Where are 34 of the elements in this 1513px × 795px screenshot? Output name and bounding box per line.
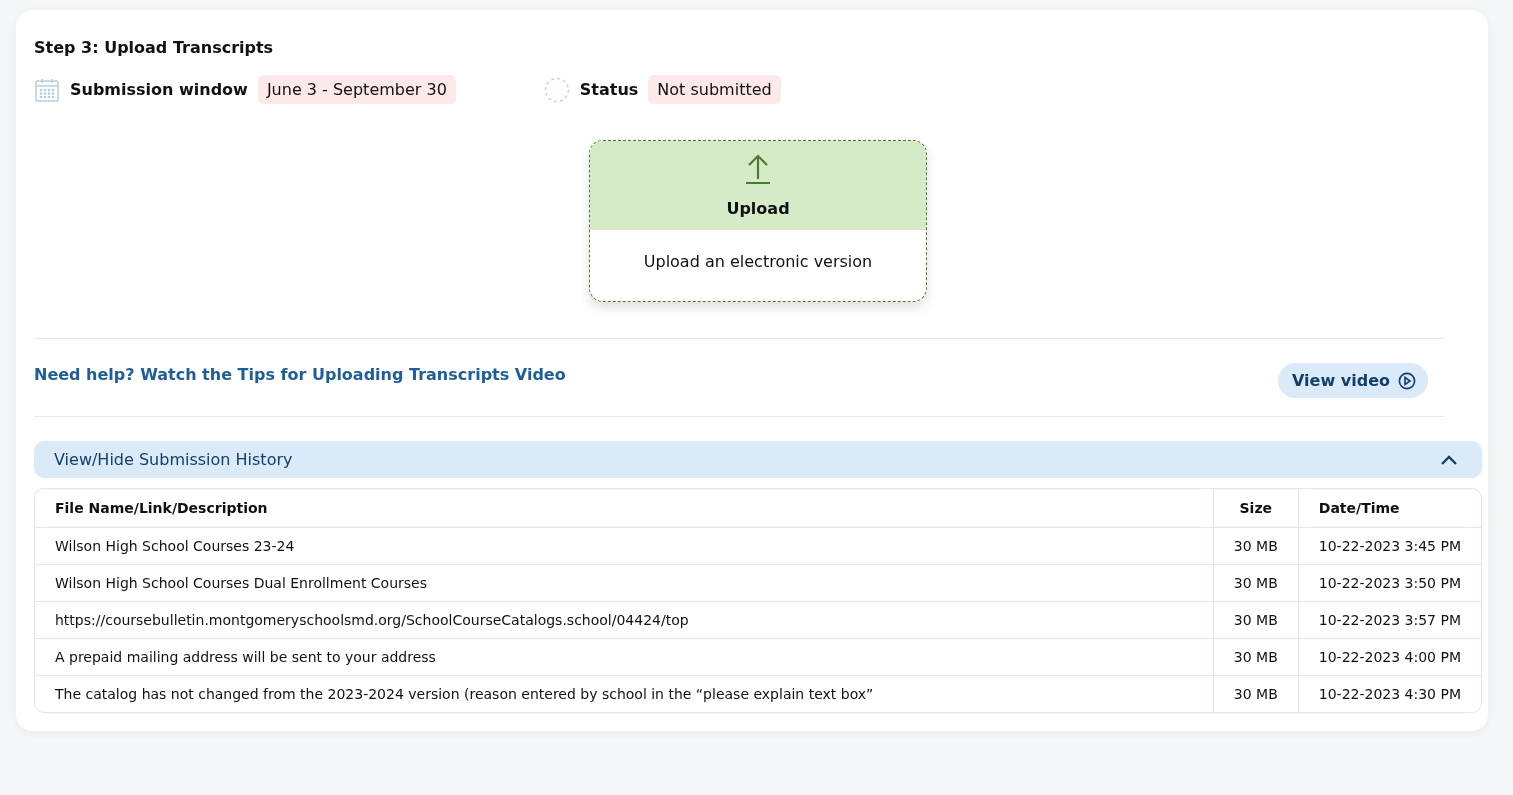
file-cell: The catalog has not changed from the 2023-2024 version (reason entered by school in the “please explain text box” — [35, 675, 1213, 712]
size-cell: 30 MB — [1212, 527, 1298, 564]
date-cell: 10-22-2023 4:00 PM — [1297, 638, 1481, 675]
size-cell: 30 MB — [1212, 638, 1298, 675]
submission-history-toggle[interactable]: View/Hide Submission History — [34, 441, 1482, 478]
date-cell: 10-22-2023 4:30 PM — [1297, 675, 1481, 712]
upload-description: Upload an electronic version — [642, 251, 874, 273]
file-cell: A prepaid mailing address will be sent to your address — [35, 638, 1213, 675]
column-header: Date/Time — [1297, 489, 1481, 527]
size-cell: 30 MB — [1212, 675, 1298, 712]
play-circle-icon — [1398, 371, 1416, 390]
file-cell: Wilson High School Courses 23-24 — [35, 527, 1213, 564]
date-cell: 10-22-2023 3:50 PM — [1297, 564, 1481, 601]
size-cell: 30 MB — [1212, 601, 1298, 638]
view-video-button[interactable]: View video — [1278, 363, 1428, 398]
size-cell: 30 MB — [1212, 564, 1298, 601]
calendar-icon — [34, 76, 60, 103]
upload-arrow-icon — [745, 153, 771, 185]
status-label: Status — [579, 80, 639, 99]
section-title: Step 3: Upload Transcripts — [34, 38, 275, 57]
date-cell: 10-22-2023 3:57 PM — [1297, 601, 1481, 638]
upload-title: Upload — [726, 199, 790, 218]
date-cell: 10-22-2023 3:45 PM — [1297, 527, 1481, 564]
status-circle-icon — [543, 76, 570, 103]
upload-card[interactable]: Upload Upload an electronic version — [589, 140, 927, 302]
submission-window-label: Submission window — [70, 80, 248, 99]
chevron-up-icon — [1440, 453, 1458, 466]
column-header: File Name/Link/Description — [54, 499, 269, 518]
column-header: Size — [1212, 489, 1298, 527]
file-cell: Wilson High School Courses Dual Enrollment Courses — [35, 564, 1213, 601]
file-cell: https://coursebulletin.montgomeryschoolsmd.org/SchoolCourseCatalogs.school/04424/top — [35, 601, 1213, 638]
help-video-link[interactable]: Need help? Watch the Tips for Uploading Transcripts Video — [34, 365, 566, 384]
status-value: Not submitted — [648, 75, 781, 104]
submission-window-value: June 3 - September 30 — [257, 75, 456, 104]
